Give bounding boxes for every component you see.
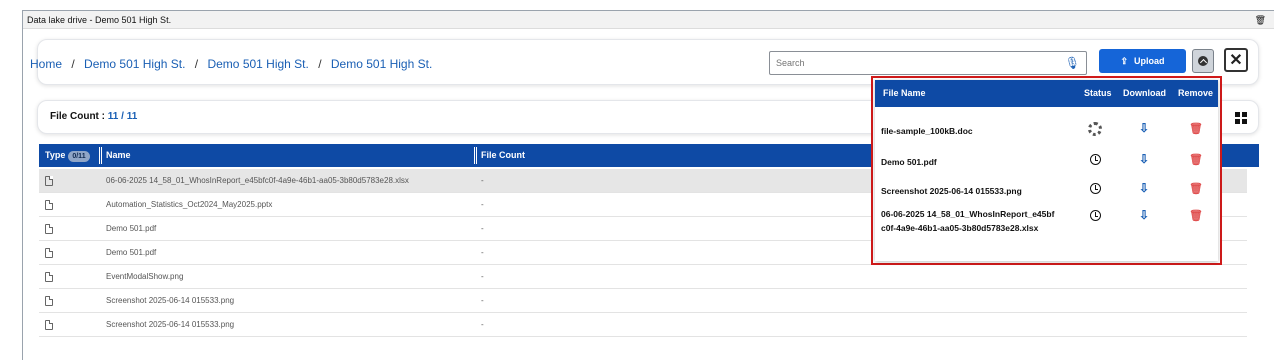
file-count: File Count : 11 / 11 <box>50 111 138 122</box>
image-file-icon <box>45 272 53 282</box>
close-icon: ✕ <box>1229 52 1243 69</box>
excel-file-icon <box>45 176 53 186</box>
remove-icon[interactable]: 🗑 <box>1189 153 1203 166</box>
chevron-up-icon <box>1198 56 1208 66</box>
search-box: 🎙 <box>769 51 1087 75</box>
upload-file-name: Screenshot 2025-06-14 015533.png <box>881 186 1022 196</box>
table-row[interactable]: Screenshot 2025-06-14 015533.png - <box>39 313 1247 337</box>
image-file-icon <box>45 296 53 306</box>
file-name[interactable]: Screenshot 2025-06-14 015533.png <box>106 289 234 313</box>
remove-icon[interactable]: 🗑 <box>1189 122 1203 135</box>
breadcrumb-home[interactable]: Home <box>30 57 62 71</box>
selection-count-badge: 0/11 <box>68 151 90 162</box>
clock-icon <box>1090 183 1101 194</box>
upload-file-name: Demo 501.pdf <box>881 157 937 167</box>
file-count-cell: - <box>481 248 484 257</box>
column-name[interactable]: Name <box>106 144 131 167</box>
breadcrumb-item[interactable]: Demo 501 High St. <box>207 57 308 71</box>
table-row[interactable]: EventModalShow.png - <box>39 265 1247 289</box>
breadcrumb: Home / Demo 501 High St. / Demo 501 High… <box>30 57 433 71</box>
grid-view-icon[interactable] <box>1235 112 1247 124</box>
clock-icon <box>1090 210 1101 221</box>
file-name[interactable]: Demo 501.pdf <box>106 217 156 241</box>
pdf-file-icon <box>45 224 53 234</box>
upload-panel-header: File Name Status Download Remove <box>875 80 1218 107</box>
window-title-bar: Data lake drive - Demo 501 High St. 🗑 <box>23 11 1274 29</box>
upload-file-name: 06-06-2025 14_58_01_WhosInReport_e45bfc0… <box>881 209 1055 233</box>
download-icon[interactable]: ⇩ <box>1139 121 1149 135</box>
upload-file-name: file-sample_100kB.doc <box>881 126 973 136</box>
file-count-cell: - <box>481 320 484 329</box>
breadcrumb-item[interactable]: Demo 501 High St. <box>331 57 432 71</box>
file-count-cell: - <box>481 272 484 281</box>
upload-panel: File Name Status Download Remove file-sa… <box>875 80 1218 261</box>
column-type[interactable]: Type 0/11 <box>45 144 90 167</box>
download-icon[interactable]: ⇩ <box>1139 152 1149 166</box>
remove-icon[interactable]: 🗑 <box>1189 209 1203 222</box>
column-resize-handle[interactable] <box>474 147 477 164</box>
powerpoint-file-icon <box>45 200 53 210</box>
download-icon[interactable]: ⇩ <box>1139 208 1149 222</box>
loading-spinner-icon <box>1088 122 1102 136</box>
file-name[interactable]: Demo 501.pdf <box>106 241 156 265</box>
close-button[interactable]: ✕ <box>1224 48 1248 72</box>
upload-panel-toggle-button[interactable] <box>1192 49 1214 73</box>
file-count-cell: - <box>481 176 484 185</box>
file-name[interactable]: EventModalShow.png <box>106 265 183 289</box>
search-input[interactable] <box>770 52 1060 74</box>
file-count-cell: - <box>481 200 484 209</box>
trash-icon[interactable]: 🗑 <box>1255 11 1266 29</box>
file-name[interactable]: 06-06-2025 14_58_01_WhosInReport_e45bfc0… <box>106 169 409 193</box>
upload-icon: ⇪ <box>1120 55 1129 66</box>
column-file-count[interactable]: File Count <box>481 144 525 167</box>
download-icon[interactable]: ⇩ <box>1139 181 1149 195</box>
remove-icon[interactable]: 🗑 <box>1189 182 1203 195</box>
column-resize-handle[interactable] <box>99 147 102 164</box>
file-count-value: 11 / 11 <box>107 111 138 122</box>
file-name[interactable]: Automation_Statistics_Oct2024_May2025.pp… <box>106 193 272 217</box>
file-count-cell: - <box>481 224 484 233</box>
upload-panel-highlight: File Name Status Download Remove file-sa… <box>871 76 1222 265</box>
table-row[interactable]: Screenshot 2025-06-14 015533.png - <box>39 289 1247 313</box>
window-title: Data lake drive - Demo 501 High St. <box>27 15 172 25</box>
upload-button[interactable]: ⇪ Upload <box>1099 49 1186 73</box>
file-count-cell: - <box>481 296 484 305</box>
breadcrumb-item[interactable]: Demo 501 High St. <box>84 57 185 71</box>
image-file-icon <box>45 320 53 330</box>
clock-icon <box>1090 154 1101 165</box>
microphone-icon[interactable]: 🎙 <box>1065 56 1080 70</box>
pdf-file-icon <box>45 248 53 258</box>
file-name[interactable]: Screenshot 2025-06-14 015533.png <box>106 313 234 337</box>
